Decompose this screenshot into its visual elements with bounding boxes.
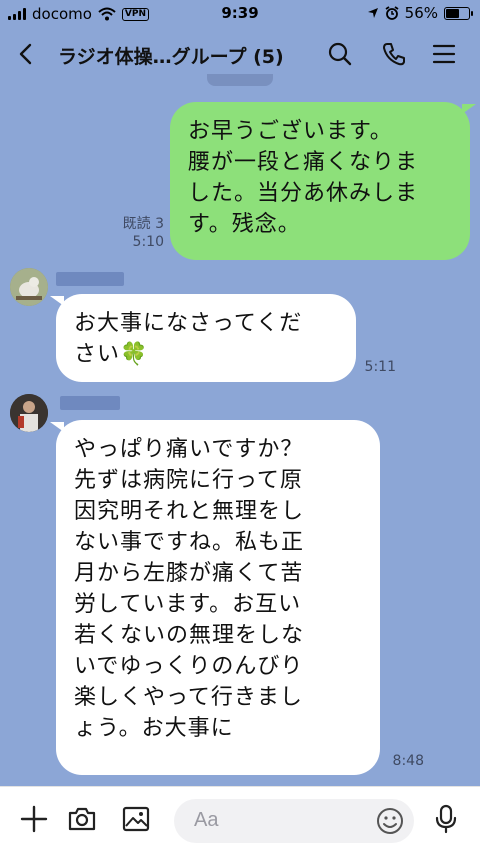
- date-separator: [207, 74, 273, 86]
- sender-name-redacted: [56, 272, 124, 286]
- message-input-bar: Aa: [0, 786, 480, 855]
- person-avatar-icon: [10, 394, 48, 432]
- read-receipt: 既読 3: [122, 216, 164, 232]
- battery-percent: 56%: [404, 4, 438, 22]
- battery-icon: [444, 6, 473, 20]
- message-meta: 既読 3 5:10: [108, 215, 164, 251]
- chat-area[interactable]: お早うございます。 腰が一段と痛くなりま した。当分あ休みしま す。残念。 既読…: [0, 74, 480, 786]
- status-bar: docomo VPN 9:39 56%: [0, 0, 480, 28]
- photo-button[interactable]: [118, 801, 154, 837]
- incoming-message-bubble[interactable]: お大事になさってくだ さい🍀: [56, 294, 356, 382]
- call-button[interactable]: [378, 38, 410, 70]
- alarm-icon: [385, 6, 399, 20]
- sender-name-redacted: [60, 396, 120, 410]
- back-button[interactable]: [10, 38, 42, 70]
- plus-icon: [20, 805, 48, 833]
- bird-avatar-icon: [10, 268, 48, 306]
- search-icon: [328, 42, 352, 66]
- message-time: 5:10: [132, 234, 164, 250]
- add-button[interactable]: [16, 801, 52, 837]
- outgoing-message-bubble[interactable]: お早うございます。 腰が一段と痛くなりま した。当分あ休みしま す。残念。: [170, 102, 470, 260]
- camera-icon: [68, 807, 96, 831]
- chat-header: ラジオ体操…グループ (5): [0, 28, 480, 80]
- location-arrow-icon: [367, 8, 378, 18]
- microphone-icon: [435, 804, 457, 834]
- menu-button[interactable]: [428, 38, 460, 70]
- emoji-icon[interactable]: [374, 805, 406, 837]
- message-input-placeholder: Aa: [194, 809, 219, 831]
- camera-button[interactable]: [64, 801, 100, 837]
- bubble-tail: [462, 104, 476, 114]
- menu-icon: [432, 44, 456, 64]
- bubble-tail: [50, 296, 64, 306]
- chevron-left-icon: [19, 43, 32, 65]
- chat-title[interactable]: ラジオ体操…グループ (5): [58, 42, 284, 69]
- incoming-message-bubble[interactable]: やっぱり痛いですか？ 先ずは病院に行って原 因究明それと無理をし ない事ですね。…: [56, 420, 380, 775]
- image-icon: [122, 806, 150, 832]
- voice-button[interactable]: [428, 801, 464, 837]
- battery-fill: [446, 8, 460, 18]
- message-input[interactable]: Aa: [174, 799, 414, 843]
- search-button[interactable]: [324, 38, 356, 70]
- status-right: 56%: [367, 4, 473, 22]
- message-time: 5:11: [364, 359, 396, 375]
- avatar[interactable]: [10, 268, 48, 306]
- avatar[interactable]: [10, 394, 48, 432]
- message-time: 8:48: [392, 753, 424, 769]
- phone-icon: [383, 43, 405, 66]
- bubble-tail: [50, 422, 64, 432]
